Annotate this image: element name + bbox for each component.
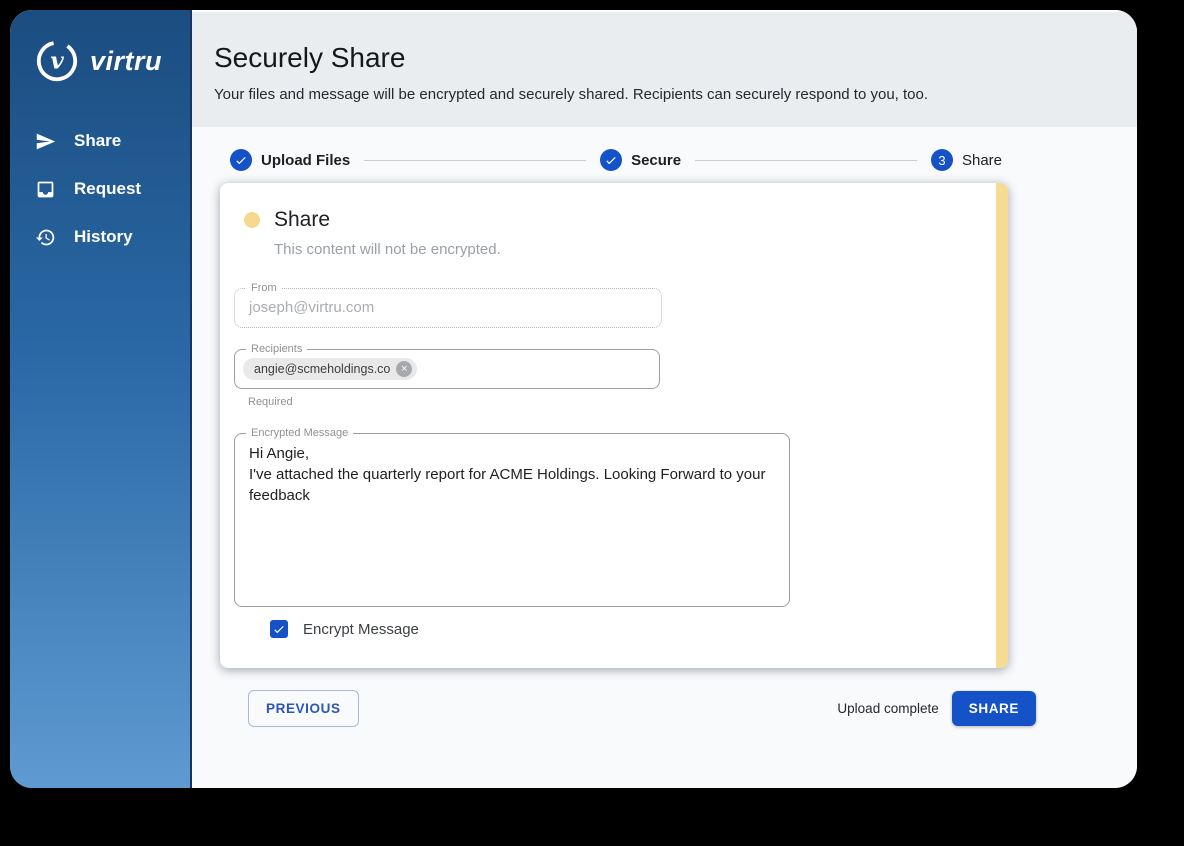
card-title: Share xyxy=(274,208,331,231)
sidebar-item-label: History xyxy=(74,227,133,246)
step-share[interactable]: 3 Share xyxy=(930,149,1003,171)
send-icon xyxy=(34,130,56,152)
step-label: Secure xyxy=(631,151,682,169)
message-field-label: Encrypted Message xyxy=(246,427,354,440)
inbox-icon xyxy=(34,178,56,200)
unencrypted-status-dot xyxy=(244,212,260,228)
page-subtitle: Your files and message will be encrypted… xyxy=(214,86,929,103)
app-window: v virtru Share Request History Securely xyxy=(10,10,1137,788)
main-panel: Upload Files Secure 3 Share Share This c… xyxy=(192,127,1137,788)
card-subtitle: This content will not be encrypted. xyxy=(274,241,501,258)
checkbox-check-icon xyxy=(274,625,284,634)
virtru-logo: v virtru xyxy=(34,38,190,84)
step-complete-check-icon xyxy=(230,149,252,171)
footer-actions: PREVIOUS Upload complete SHARE xyxy=(248,690,1036,727)
step-upload-files[interactable]: Upload Files xyxy=(230,149,350,171)
step-label: Upload Files xyxy=(261,151,351,169)
step-label: Share xyxy=(961,151,1003,169)
recipient-chip-label: angie@scmeholdings.co xyxy=(254,362,391,376)
from-field-value: joseph@virtru.com xyxy=(249,299,375,316)
sidebar-item-share[interactable]: Share xyxy=(34,130,190,152)
recipient-chip[interactable]: angie@scmeholdings.co × xyxy=(243,358,418,380)
virtru-logo-icon: v xyxy=(36,40,78,82)
chip-remove-icon[interactable]: × xyxy=(396,361,413,377)
encrypted-message-textarea[interactable]: Encrypted Message Hi Angie, I've attache… xyxy=(234,427,790,607)
previous-button[interactable]: PREVIOUS xyxy=(248,690,359,727)
step-secure[interactable]: Secure xyxy=(600,149,681,171)
recipients-input[interactable]: Recipients angie@scmeholdings.co × xyxy=(234,343,660,389)
sidebar-item-label: Request xyxy=(74,179,142,198)
message-line: Hi Angie, xyxy=(249,445,310,462)
encrypt-message-label: Encrypt Message xyxy=(303,620,419,638)
recipients-helper-text: Required xyxy=(248,396,293,408)
step-number-badge: 3 xyxy=(930,149,953,171)
svg-text:v: v xyxy=(50,48,64,75)
share-card: Share This content will not be encrypted… xyxy=(220,183,1008,668)
encrypt-message-checkbox[interactable] xyxy=(270,620,288,638)
page-title: Securely Share xyxy=(214,42,406,73)
content-area: Securely Share Your files and message wi… xyxy=(192,10,1137,788)
step-connector xyxy=(364,159,587,161)
page-header: Securely Share Your files and message wi… xyxy=(192,10,1137,127)
message-line: I've attached the quarterly report for A… xyxy=(249,466,766,504)
encrypt-message-row: Encrypt Message xyxy=(270,620,1008,638)
from-field: From joseph@virtru.com xyxy=(234,282,662,328)
virtru-wordmark: virtru xyxy=(90,45,163,76)
history-icon xyxy=(34,226,56,248)
sidebar-item-history[interactable]: History xyxy=(34,226,190,248)
sidebar-item-request[interactable]: Request xyxy=(34,178,190,200)
recipients-field-label: Recipients xyxy=(246,343,308,356)
step-complete-check-icon xyxy=(600,149,623,171)
step-connector xyxy=(695,159,917,161)
sidebar-item-label: Share xyxy=(74,131,122,150)
share-button[interactable]: SHARE xyxy=(951,691,1036,726)
stepper: Upload Files Secure 3 Share xyxy=(230,149,1002,171)
sidebar: v virtru Share Request History xyxy=(10,10,192,788)
upload-status-text: Upload complete xyxy=(837,701,939,716)
from-field-label: From xyxy=(246,282,282,295)
